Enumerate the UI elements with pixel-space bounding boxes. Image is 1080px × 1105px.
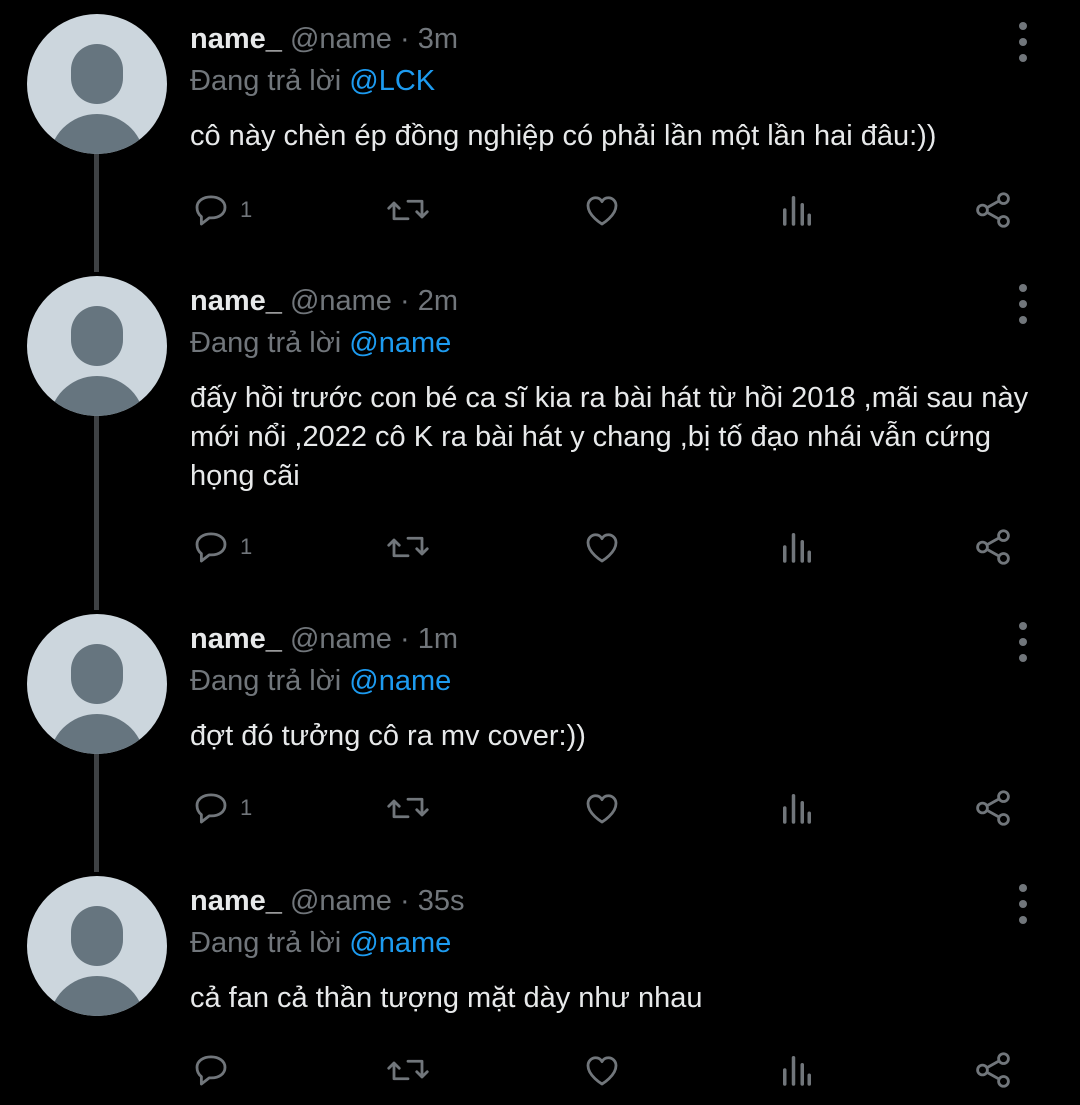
share-icon [976,192,1010,228]
display-name[interactable]: name_ [190,285,282,317]
reply-count: 1 [240,795,253,820]
tweet[interactable]: name_ @name · 35s Đang trả lời @name cả … [0,862,1080,1105]
tweet[interactable]: name_ @name · 2m Đang trả lời @name đấy … [0,262,1080,600]
like-icon [586,196,618,226]
tweet-text: đợt đó tưởng cô ra mv cover:)) [190,720,586,752]
user-handle[interactable]: @name [290,285,392,317]
like-icon [586,794,618,824]
like-button[interactable] [580,1045,624,1095]
action-bar [0,1045,1080,1095]
like-icon [586,533,618,563]
reply-button[interactable]: 1 [190,783,252,833]
retweet-icon [387,797,429,819]
separator: · [400,623,410,655]
share-button[interactable] [972,783,1014,833]
avatar[interactable] [27,614,167,754]
reply-icon [195,1055,227,1086]
views-button[interactable] [778,1045,816,1095]
reply-button[interactable]: 1 [190,185,252,235]
reply-button[interactable] [190,1045,240,1095]
views-icon [783,794,811,824]
reply-prefix: Đang trả lời [190,927,342,959]
reply-prefix: Đang trả lời [190,665,342,697]
mention-link[interactable]: @name [349,927,451,959]
reply-prefix: Đang trả lời [190,65,342,97]
tweet-text: đấy hồi trước con bé ca sĩ kia ra bài há… [190,382,1029,492]
user-handle[interactable]: @name [290,885,392,917]
like-icon [586,1056,618,1086]
more-icon[interactable] [1010,22,1036,62]
tweet-header: name_ @name · 35s [190,882,465,920]
separator: · [400,285,410,317]
timestamp[interactable]: 35s [418,885,465,917]
retweet-button[interactable] [385,522,431,572]
user-handle[interactable]: @name [290,623,392,655]
reply-context: Đang trả lời @name [190,324,451,362]
action-bar: 1 [0,522,1080,572]
tweet-header: name_ @name · 3m [190,20,458,58]
share-button[interactable] [972,185,1014,235]
mention-link[interactable]: @LCK [349,65,435,97]
action-bar: 1 [0,185,1080,235]
more-icon[interactable] [1010,622,1036,662]
separator: · [400,885,410,917]
timestamp[interactable]: 1m [418,623,458,655]
views-icon [783,1056,811,1086]
views-button[interactable] [778,783,816,833]
mention-link[interactable]: @name [349,327,451,359]
tweet-header: name_ @name · 2m [190,282,458,320]
display-name[interactable]: name_ [190,23,282,55]
display-name[interactable]: name_ [190,885,282,917]
timestamp[interactable]: 2m [418,285,458,317]
reply-icon [195,195,227,226]
retweet-icon [387,1059,429,1081]
views-button[interactable] [778,185,816,235]
retweet-icon [387,199,429,221]
action-bar: 1 [0,783,1080,833]
reply-count: 1 [240,534,253,559]
views-icon [783,196,811,226]
separator: · [400,23,410,55]
tweet-text: cả fan cả thần tượng mặt dày như nhau [190,982,703,1014]
reply-prefix: Đang trả lời [190,327,342,359]
retweet-button[interactable] [385,783,431,833]
more-icon[interactable] [1010,884,1036,924]
tweet-text: cô này chèn ép đồng nghiệp có phải lần m… [190,120,937,152]
like-button[interactable] [580,522,624,572]
share-button[interactable] [972,522,1014,572]
views-button[interactable] [778,522,816,572]
like-button[interactable] [580,783,624,833]
like-button[interactable] [580,185,624,235]
display-name[interactable]: name_ [190,623,282,655]
retweet-icon [387,536,429,558]
more-icon[interactable] [1010,284,1036,324]
reply-context: Đang trả lời @name [190,662,451,700]
share-icon [976,1052,1010,1088]
avatar[interactable] [27,14,167,154]
retweet-button[interactable] [385,1045,431,1095]
user-handle[interactable]: @name [290,23,392,55]
tweet[interactable]: name_ @name · 1m Đang trả lời @name đợt … [0,600,1080,862]
share-button[interactable] [972,1045,1014,1095]
avatar[interactable] [27,276,167,416]
tweet[interactable]: name_ @name · 3m Đang trả lời @LCK cô nà… [0,0,1080,262]
reply-context: Đang trả lời @LCK [190,62,435,100]
views-icon [783,533,811,563]
retweet-button[interactable] [385,185,431,235]
share-icon [976,790,1010,826]
reply-icon [195,532,227,563]
reply-context: Đang trả lời @name [190,924,451,962]
reply-count: 1 [240,197,253,222]
avatar[interactable] [27,876,167,1016]
reply-button[interactable]: 1 [190,522,252,572]
tweet-header: name_ @name · 1m [190,620,458,658]
timestamp[interactable]: 3m [418,23,458,55]
reply-icon [195,793,227,824]
share-icon [976,529,1010,565]
mention-link[interactable]: @name [349,665,451,697]
